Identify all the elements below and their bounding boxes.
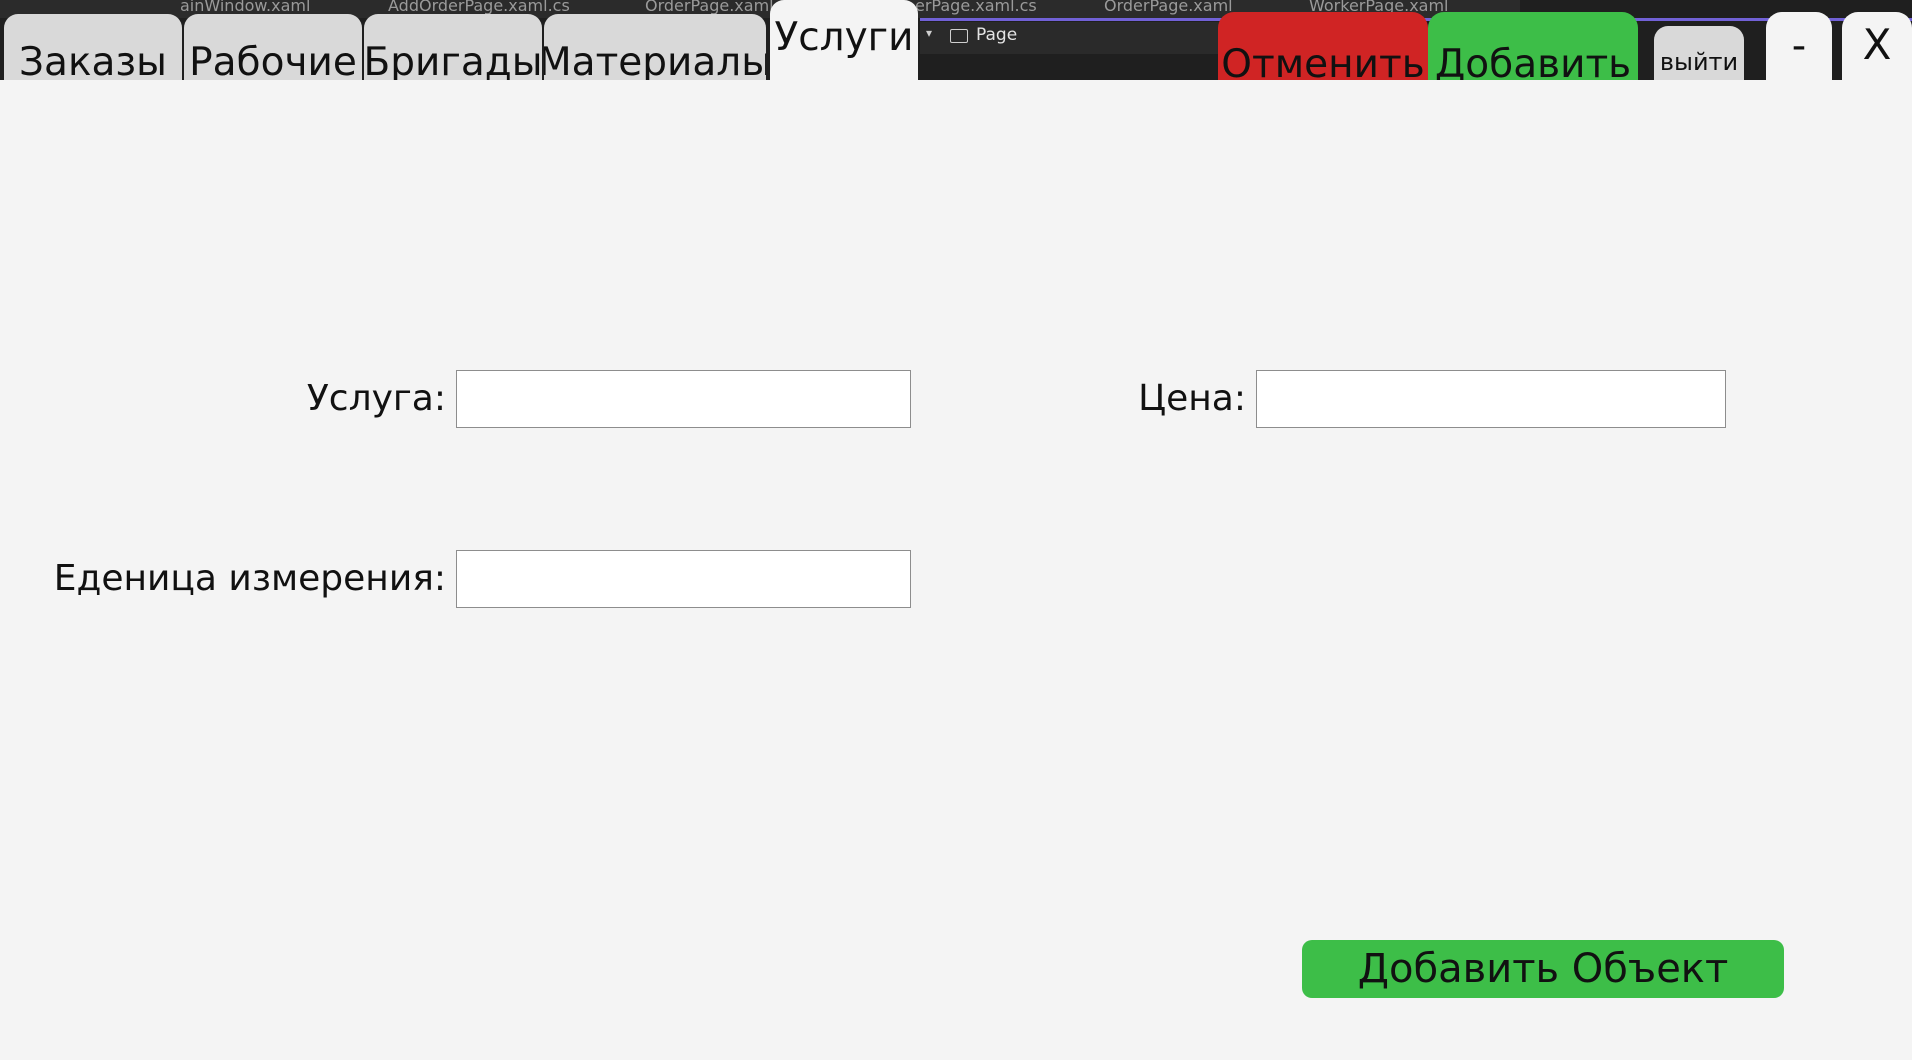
ide-file-tab[interactable]: OrderPage.xaml <box>645 0 774 15</box>
add-button-label: Добавить <box>1434 42 1632 80</box>
exit-button[interactable]: выйти <box>1654 26 1744 80</box>
tab-label: Рабочие <box>189 40 357 80</box>
cancel-button-label: Отменить <box>1221 42 1425 80</box>
tab-materials[interactable]: Материалы <box>544 14 766 80</box>
ide-file-tab[interactable]: erPage.xaml.cs <box>915 0 1037 15</box>
tab-label: Услуги <box>774 14 914 60</box>
add-object-button-label: Добавить Объект <box>1357 946 1729 992</box>
ide-toolbar: ▾ Page <box>920 22 1220 54</box>
price-label: Цена: <box>1138 378 1246 419</box>
ide-file-tab[interactable]: OrderPage.xaml <box>1104 0 1233 15</box>
tab-label: Заказы <box>19 40 167 80</box>
page-icon <box>950 29 968 43</box>
unit-label: Еденица измерения: <box>53 558 446 599</box>
add-object-button[interactable]: Добавить Объект <box>1302 940 1784 998</box>
minimize-icon: - <box>1791 23 1807 69</box>
tab-services[interactable]: Услуги <box>770 0 918 80</box>
ide-page-label: Page <box>976 25 1018 45</box>
close-icon: X <box>1862 20 1892 69</box>
ide-file-tab[interactable]: AddOrderPage.xaml.cs <box>388 0 570 15</box>
dropdown-arrow-icon[interactable]: ▾ <box>926 26 932 40</box>
cancel-button[interactable]: Отменить <box>1218 12 1428 80</box>
tab-orders[interactable]: Заказы <box>4 14 182 80</box>
app-window: ainWindow.xaml AddOrderPage.xaml.cs Orde… <box>0 0 1912 1060</box>
service-label: Услуга: <box>306 378 446 419</box>
tab-label: Бригады <box>364 40 542 80</box>
tab-workers[interactable]: Рабочие <box>184 14 362 80</box>
tab-brigades[interactable]: Бригады <box>364 14 542 80</box>
service-input[interactable] <box>456 370 911 428</box>
add-button[interactable]: Добавить <box>1428 12 1638 80</box>
unit-input[interactable] <box>456 550 911 608</box>
tab-label: Материалы <box>544 40 766 80</box>
exit-button-label: выйти <box>1659 48 1739 76</box>
close-button[interactable]: X <box>1842 12 1912 80</box>
ide-file-tab[interactable]: ainWindow.xaml <box>180 0 310 15</box>
price-input[interactable] <box>1256 370 1726 428</box>
minimize-button[interactable]: - <box>1766 12 1832 80</box>
